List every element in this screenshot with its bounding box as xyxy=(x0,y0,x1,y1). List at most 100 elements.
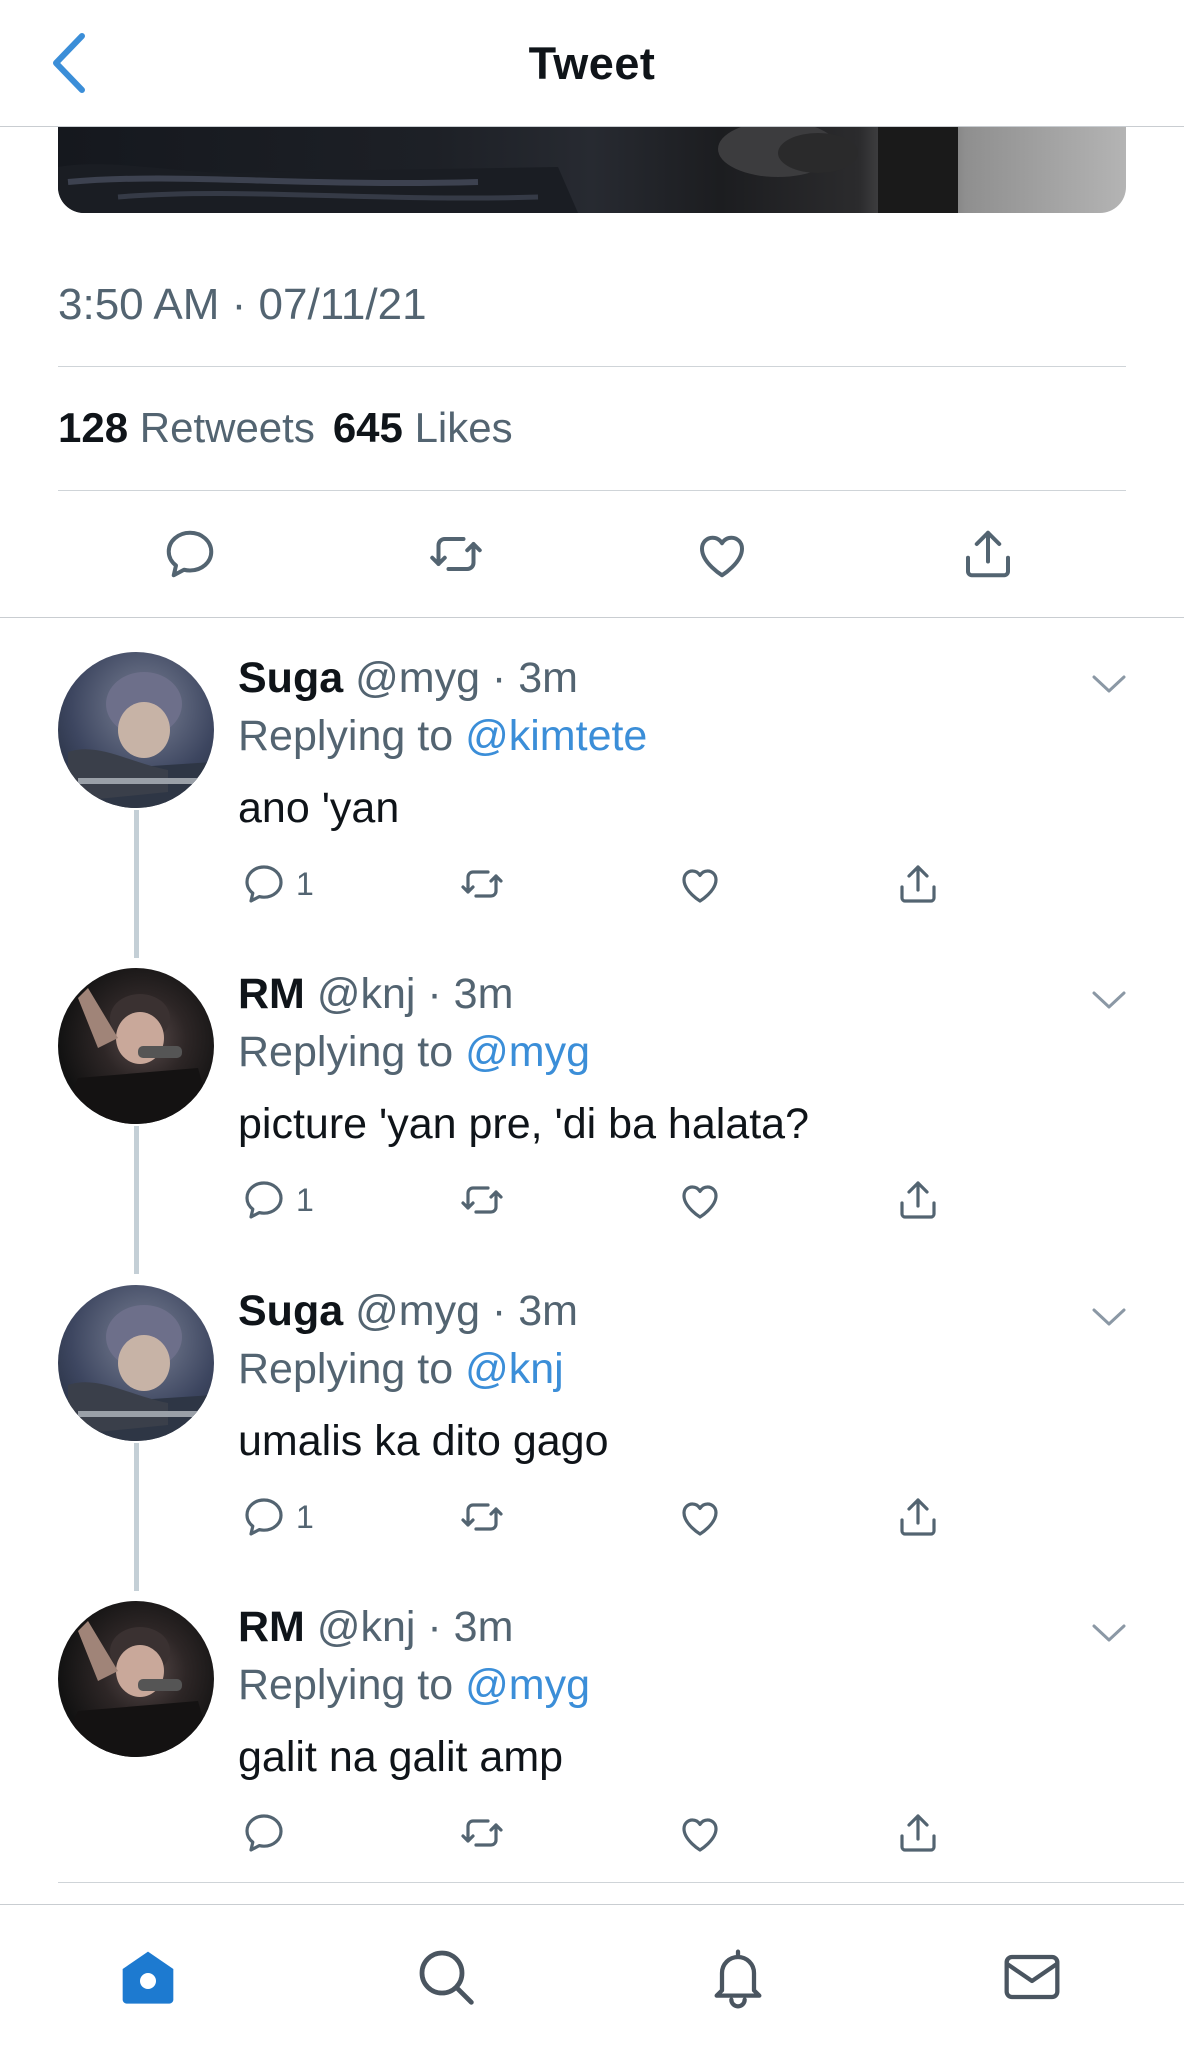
retweet-button[interactable] xyxy=(458,1491,506,1543)
likes-count[interactable]: 645 xyxy=(333,404,403,451)
reply-button[interactable]: 1 xyxy=(240,858,314,910)
heart-icon xyxy=(682,1185,718,1219)
tab-home[interactable] xyxy=(116,1945,180,2009)
divider xyxy=(0,617,1184,618)
tweet-media-image[interactable] xyxy=(58,127,1126,213)
display-name[interactable]: Suga xyxy=(238,654,343,702)
tab-messages[interactable] xyxy=(1000,1945,1064,2009)
mention-link[interactable]: @knj xyxy=(465,1345,564,1393)
mention-link[interactable]: @myg xyxy=(465,1661,590,1709)
handle-time: @myg · 3m xyxy=(355,1287,578,1335)
tab-notifications[interactable] xyxy=(706,1945,770,2009)
reply-tweet[interactable]: RM @knj · 3m Replying to @myg galit na g… xyxy=(0,1601,1184,1917)
comment-icon xyxy=(245,865,283,903)
share-icon xyxy=(900,1814,936,1852)
share-button[interactable] xyxy=(894,1807,942,1859)
share-button[interactable] xyxy=(894,1174,942,1226)
replying-to: Replying to @myg xyxy=(238,1026,590,1078)
comment-icon xyxy=(245,1498,283,1536)
reply-tweet[interactable]: Suga @myg · 3m Replying to @knj umalis k… xyxy=(0,1285,1184,1601)
reply-text: picture 'yan pre, 'di ba halata? xyxy=(238,1100,810,1148)
retweets-label[interactable]: Retweets xyxy=(140,404,315,451)
replying-prefix: Replying to xyxy=(238,1661,454,1709)
likes-label[interactable]: Likes xyxy=(415,404,513,451)
retweet-icon xyxy=(461,870,503,898)
more-options-button[interactable] xyxy=(1090,988,1128,1012)
replying-to: Replying to @myg xyxy=(238,1659,590,1711)
reply-count: 1 xyxy=(296,1181,314,1218)
handle-time: @myg · 3m xyxy=(355,654,578,702)
reply-header: RM @knj · 3m xyxy=(238,968,513,1020)
more-options-button[interactable] xyxy=(1090,672,1128,696)
avatar-photo xyxy=(58,1621,214,1757)
avatar-photo xyxy=(58,672,214,808)
heart-icon xyxy=(682,869,718,903)
reply-button[interactable] xyxy=(240,1807,296,1859)
reply-button[interactable]: 1 xyxy=(240,1491,314,1543)
comment-icon xyxy=(245,1181,283,1219)
avatar[interactable] xyxy=(58,1285,214,1441)
retweet-icon xyxy=(461,1819,503,1847)
like-button[interactable] xyxy=(676,1807,724,1859)
heart-icon xyxy=(682,1502,718,1536)
chevron-down-icon xyxy=(1092,991,1126,1009)
retweet-button[interactable] xyxy=(458,1174,506,1226)
page-title: Tweet xyxy=(528,38,656,89)
reply-tweet[interactable]: RM @knj · 3m Replying to @myg picture 'y… xyxy=(0,968,1184,1284)
reply-header: RM @knj · 3m xyxy=(238,1601,513,1653)
reply-tweet[interactable]: Suga @myg · 3m Replying to @kimtete ano … xyxy=(0,652,1184,968)
divider xyxy=(58,1882,1184,1883)
search-icon xyxy=(419,1950,474,2005)
share-icon xyxy=(900,1498,936,1536)
avatar[interactable] xyxy=(58,652,214,808)
replying-prefix: Replying to xyxy=(238,712,454,760)
replying-to: Replying to @knj xyxy=(238,1343,564,1395)
share-button[interactable] xyxy=(894,858,942,910)
handle-time: @knj · 3m xyxy=(316,1603,514,1651)
like-button[interactable] xyxy=(676,1491,724,1543)
retweet-icon xyxy=(461,1186,503,1214)
handle-time: @knj · 3m xyxy=(316,970,514,1018)
retweet-icon xyxy=(430,537,482,571)
mail-icon xyxy=(1004,1954,1060,2000)
more-options-button[interactable] xyxy=(1090,1305,1128,1329)
avatar-photo xyxy=(58,1305,214,1441)
retweet-button[interactable] xyxy=(458,1807,506,1859)
reply-text: galit na galit amp xyxy=(238,1733,564,1781)
retweet-icon xyxy=(461,1503,503,1531)
mention-link[interactable]: @myg xyxy=(465,1028,590,1076)
tab-search[interactable] xyxy=(414,1945,478,2009)
like-button[interactable] xyxy=(692,524,752,584)
like-button[interactable] xyxy=(676,858,724,910)
share-icon xyxy=(900,865,936,903)
display-name[interactable]: Suga xyxy=(238,1287,343,1335)
like-button[interactable] xyxy=(676,1174,724,1226)
retweets-count[interactable]: 128 xyxy=(58,404,128,451)
replying-to: Replying to @kimtete xyxy=(238,710,647,762)
header-bar: Tweet xyxy=(0,0,1184,127)
display-name[interactable]: RM xyxy=(238,970,305,1018)
tweet-timestamp: 3:50 AM · 07/11/21 xyxy=(58,280,427,329)
chevron-down-icon xyxy=(1092,1624,1126,1642)
home-icon xyxy=(122,1951,174,2004)
reply-button[interactable] xyxy=(160,524,220,584)
comment-icon xyxy=(245,1814,283,1852)
retweet-button[interactable] xyxy=(426,524,486,584)
avatar-photo xyxy=(58,988,214,1124)
avatar[interactable] xyxy=(58,1601,214,1757)
heart-icon xyxy=(682,1818,718,1852)
reply-count: 1 xyxy=(296,865,314,902)
avatar[interactable] xyxy=(58,968,214,1124)
tab-bar xyxy=(0,1904,1184,2048)
chevron-down-icon xyxy=(1092,1308,1126,1326)
reply-header: Suga @myg · 3m xyxy=(238,1285,578,1337)
share-button[interactable] xyxy=(894,1491,942,1543)
share-button[interactable] xyxy=(958,524,1018,584)
reply-button[interactable]: 1 xyxy=(240,1174,314,1226)
replying-prefix: Replying to xyxy=(238,1345,454,1393)
more-options-button[interactable] xyxy=(1090,1621,1128,1645)
retweet-button[interactable] xyxy=(458,858,506,910)
display-name[interactable]: RM xyxy=(238,1603,305,1651)
mention-link[interactable]: @kimtete xyxy=(465,712,647,760)
reply-count: 1 xyxy=(296,1498,314,1535)
